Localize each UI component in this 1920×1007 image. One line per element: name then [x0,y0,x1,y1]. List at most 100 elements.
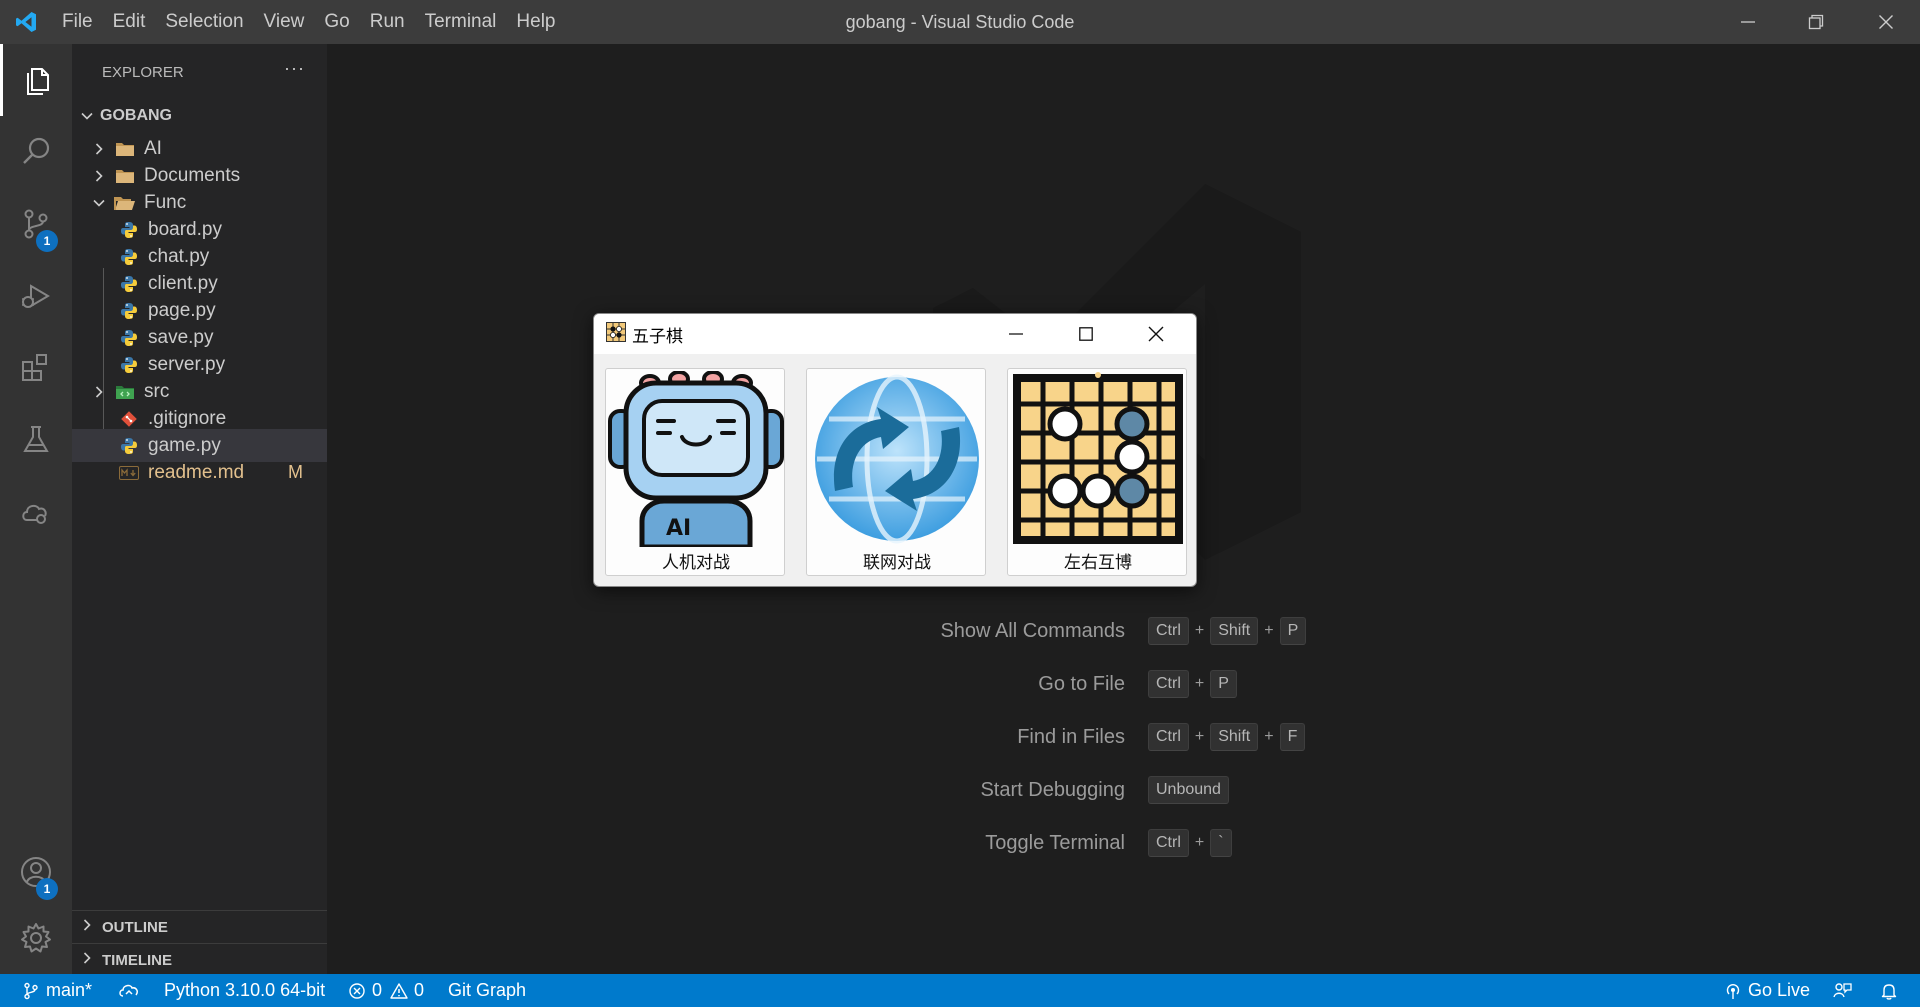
tree-item-label: src [144,380,170,402]
activity-bar: 1 1 [0,44,72,974]
menu-file[interactable]: File [52,0,103,44]
extensions-activity[interactable] [0,332,72,404]
remote-explorer-activity[interactable] [0,476,72,548]
folder-open-icon [114,193,136,213]
key-p: P [1210,670,1237,698]
tree-item-readme-md[interactable]: readme.md M [72,456,327,489]
python-version: Python 3.10.0 64-bit [164,980,326,1000]
shortcut-show-all-commands: Show All Commands Ctrl + Shift + P [327,615,1920,647]
chevron-down-icon [90,196,108,210]
go-board-icon [1013,372,1183,544]
mode-ai-battle-button[interactable]: AI 人机对战 [605,368,785,576]
restore-button[interactable] [1782,0,1850,44]
key-ctrl: Ctrl [1148,617,1189,645]
shortcut-label: Show All Commands [940,620,1125,642]
error-icon [349,982,365,999]
markdown-icon [118,463,140,483]
python-icon [118,355,140,375]
mode-local-battle-button[interactable]: 左右互博 [1007,368,1187,576]
outline-section[interactable]: OUTLINE [72,910,327,943]
dialog-minimize-button[interactable] [981,314,1051,354]
tree-item-label: .gitignore [148,407,227,429]
tree-item-label: page.py [148,299,216,321]
run-debug-activity[interactable] [0,260,72,332]
shortcut-start-debugging: Start Debugging Unbound [327,774,1920,806]
shortcut-keys: Unbound [1148,776,1229,804]
sync-cloud-icon [119,984,138,997]
mode-online-battle-button[interactable]: 联网对战 [806,368,986,576]
workspace-root[interactable]: GOBANG [72,99,327,132]
outline-label: OUTLINE [102,918,168,936]
search-activity[interactable] [0,116,72,188]
folder-src-icon [114,382,136,402]
mode-local-battle-label: 左右互博 [1064,553,1132,573]
dialog-close-button[interactable] [1121,314,1191,354]
feedback-button[interactable] [1832,974,1858,1007]
tree-item-label: game.py [148,434,221,456]
menu-edit[interactable]: Edit [103,0,156,44]
dialog-maximize-button[interactable] [1051,314,1121,354]
more-actions-button[interactable]: ··· [284,58,305,79]
error-count: 0 [372,980,383,1000]
git-graph-button[interactable]: Git Graph [448,974,526,1007]
key-shift: Shift [1210,723,1259,751]
menu-go[interactable]: Go [314,0,359,44]
python-icon [118,274,140,294]
search-icon [23,137,50,164]
testing-activity[interactable] [0,404,72,476]
folder-icon [114,166,136,186]
timeline-section[interactable]: TIMELINE [72,943,327,976]
minimize-icon [1741,21,1755,23]
problems-status[interactable]: 0 0 [348,974,424,1007]
tree-item-label: board.py [148,218,222,240]
shortcut-keys: Ctrl + Shift + P [1148,617,1307,645]
git-icon [118,409,140,429]
menu-view[interactable]: View [254,0,315,44]
source-control-badge: 1 [36,230,58,252]
go-live-button[interactable]: Go Live [1724,974,1810,1007]
gear-icon [21,923,51,953]
sync-status[interactable] [118,974,146,1007]
tree-item-label: save.py [148,326,214,348]
dialog-title: 五子棋 [632,326,683,347]
explorer-activity[interactable] [0,44,72,116]
key-shift: Shift [1210,617,1259,645]
minimize-button[interactable] [1714,0,1782,44]
menu-run[interactable]: Run [360,0,415,44]
menu-terminal[interactable]: Terminal [415,0,507,44]
gobang-dialog: 五子棋 AI 人机对战 联网对战 左右互博 [593,313,1197,587]
git-modified-badge: M [288,462,303,482]
files-icon [26,68,49,95]
source-control-activity[interactable]: 1 [0,188,72,260]
key-ctrl: Ctrl [1148,829,1189,857]
menu-help[interactable]: Help [506,0,565,44]
tree-item-label: Documents [144,164,241,186]
python-icon [118,247,140,267]
accounts-activity[interactable]: 1 [0,836,72,908]
manage-activity[interactable] [0,902,72,974]
explorer-title: EXPLORER [102,63,184,81]
shortcut-label: Find in Files [1017,726,1125,748]
globe-sync-icon [815,374,979,544]
git-branch-icon [24,982,38,999]
branch-status[interactable]: main* [22,974,92,1007]
maximize-icon [1079,327,1093,341]
shortcut-label: Toggle Terminal [985,832,1125,854]
svg-text:AI: AI [666,516,691,541]
key-unbound: Unbound [1148,776,1229,804]
chevron-down-icon [78,109,96,123]
shortcut-find-in-files: Find in Files Ctrl + Shift + F [327,721,1920,753]
python-interpreter[interactable]: Python 3.10.0 64-bit [164,974,325,1007]
close-window-button[interactable] [1852,0,1920,44]
bell-icon [1881,983,1897,1000]
workspace-root-label: GOBANG [100,106,172,124]
menu-selection[interactable]: Selection [155,0,253,44]
chevron-right-icon [80,918,94,936]
tree-item-label: Func [144,191,187,213]
status-bar: main* Python 3.10.0 64-bit 0 0 Git Graph… [0,974,1920,1007]
notifications-button[interactable] [1880,974,1904,1007]
go-live-label: Go Live [1748,980,1811,1000]
shortcut-keys: Ctrl + ` [1148,829,1232,857]
broadcast-icon [1726,983,1740,999]
robot-ai-icon: AI [608,371,784,547]
